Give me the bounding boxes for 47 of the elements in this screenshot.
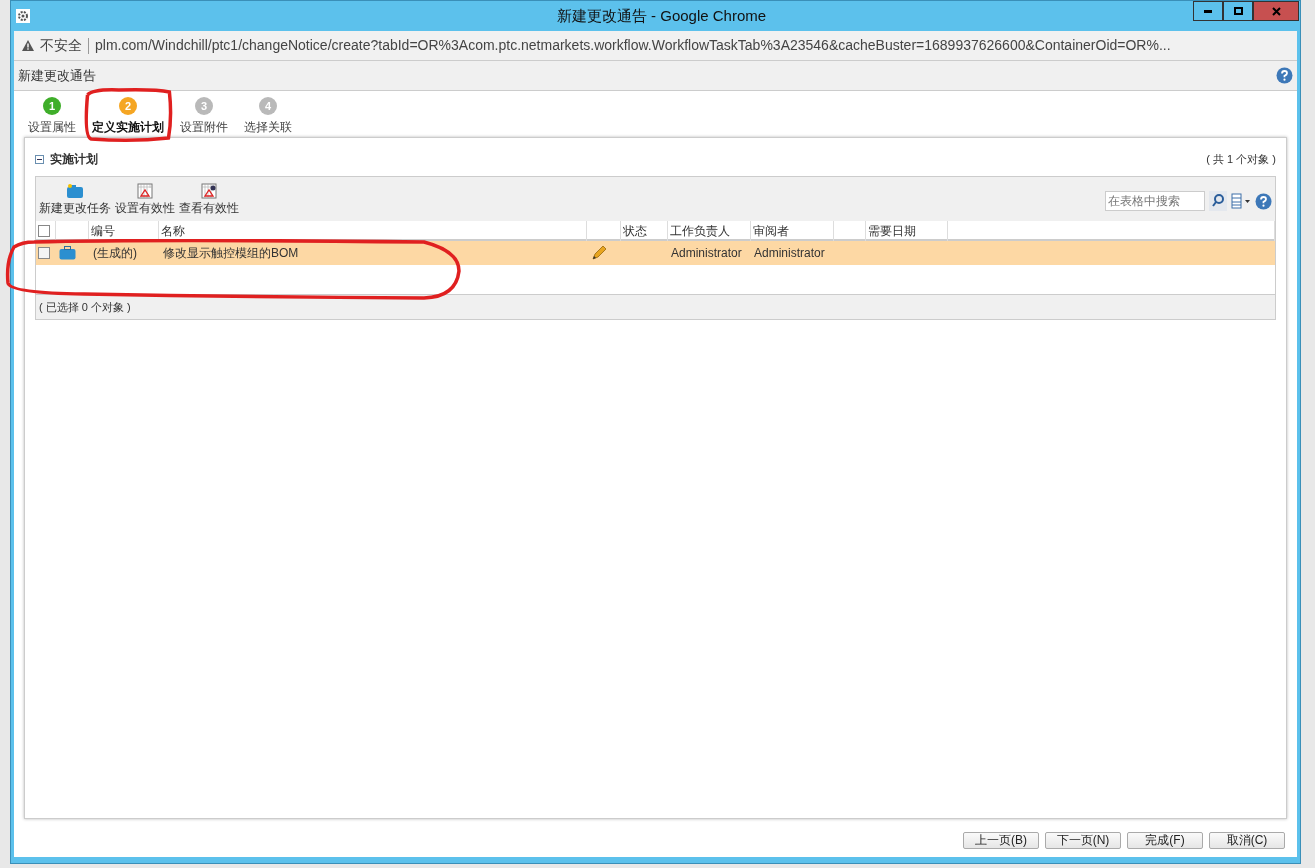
close-icon — [1271, 6, 1281, 16]
briefcase-icon — [59, 246, 76, 260]
selection-count: ( 已选择 0 个对象 ) — [39, 299, 131, 315]
toolbar-button[interactable]: 查看有效性 — [179, 183, 239, 217]
toolbar-button[interactable]: 设置有效性 — [115, 183, 175, 217]
step-number: 4 — [259, 97, 277, 115]
wizard-button[interactable]: 完成(F) — [1127, 831, 1203, 849]
step-number: 3 — [195, 97, 213, 115]
wizard-button[interactable]: 取消(C) — [1209, 831, 1285, 849]
minimize-button[interactable] — [1193, 1, 1223, 21]
toolbar-button[interactable]: 新建更改任务 — [39, 183, 111, 217]
help-icon[interactable] — [1276, 67, 1293, 84]
url-text[interactable]: plm.com/Windchill/ptc1/changeNotice/create?tabId=OR%3Acom.ptc.netmarkets.workflow.WorkflowTaskTab%3A23546&cacheBuster=1689937626600&ContainerOid=OR%... — [95, 35, 1171, 56]
table-cell-text: Administrator — [753, 245, 826, 262]
panel-title: 实施计划 — [50, 151, 98, 168]
collapse-toggle[interactable] — [35, 154, 44, 164]
wizard-button[interactable]: 上一页(B) — [963, 831, 1039, 849]
search-field[interactable]: 在表格中搜索 — [1105, 191, 1205, 211]
step-tab[interactable]: 定义实施计划 — [91, 118, 165, 136]
help-icon[interactable] — [1255, 192, 1272, 210]
object-count: ( 共 1 个对象 ) — [1206, 151, 1276, 167]
step-tab[interactable]: 设置属性 — [27, 118, 77, 136]
column-header[interactable]: 编号 — [89, 221, 159, 241]
step-number: 1 — [43, 97, 61, 115]
pencil-icon[interactable] — [591, 245, 607, 261]
maximize-button[interactable] — [1223, 1, 1253, 21]
warning-icon — [22, 40, 34, 51]
gear-icon — [16, 9, 30, 23]
step-tab[interactable]: 设置附件 — [179, 118, 229, 136]
security-label: 不安全 — [40, 36, 82, 55]
columns-icon[interactable] — [1231, 193, 1251, 209]
step-number: 2 — [119, 97, 137, 115]
search-icon[interactable] — [1209, 191, 1227, 211]
page-title: 新建更改通告 — [18, 66, 96, 85]
table-row[interactable]: (生成的) 修改显示触控模组的BOM Administrator Administrator — [36, 241, 1275, 265]
select-all-checkbox[interactable] — [38, 225, 50, 237]
calendar-icon — [137, 183, 153, 199]
close-button[interactable] — [1253, 1, 1299, 21]
wizard-button[interactable]: 下一页(N) — [1045, 831, 1121, 849]
window-title: 新建更改通告 - Google Chrome — [556, 5, 767, 26]
row-checkbox[interactable] — [38, 247, 50, 259]
table-cell-text: Administrator — [670, 245, 743, 262]
step-tab[interactable]: 选择关联 — [243, 118, 293, 136]
calendar-icon — [201, 183, 217, 199]
table-cell-text: (生成的) — [92, 245, 138, 262]
table-cell-text: 修改显示触控模组的BOM — [162, 245, 300, 262]
folder-icon — [66, 183, 84, 199]
